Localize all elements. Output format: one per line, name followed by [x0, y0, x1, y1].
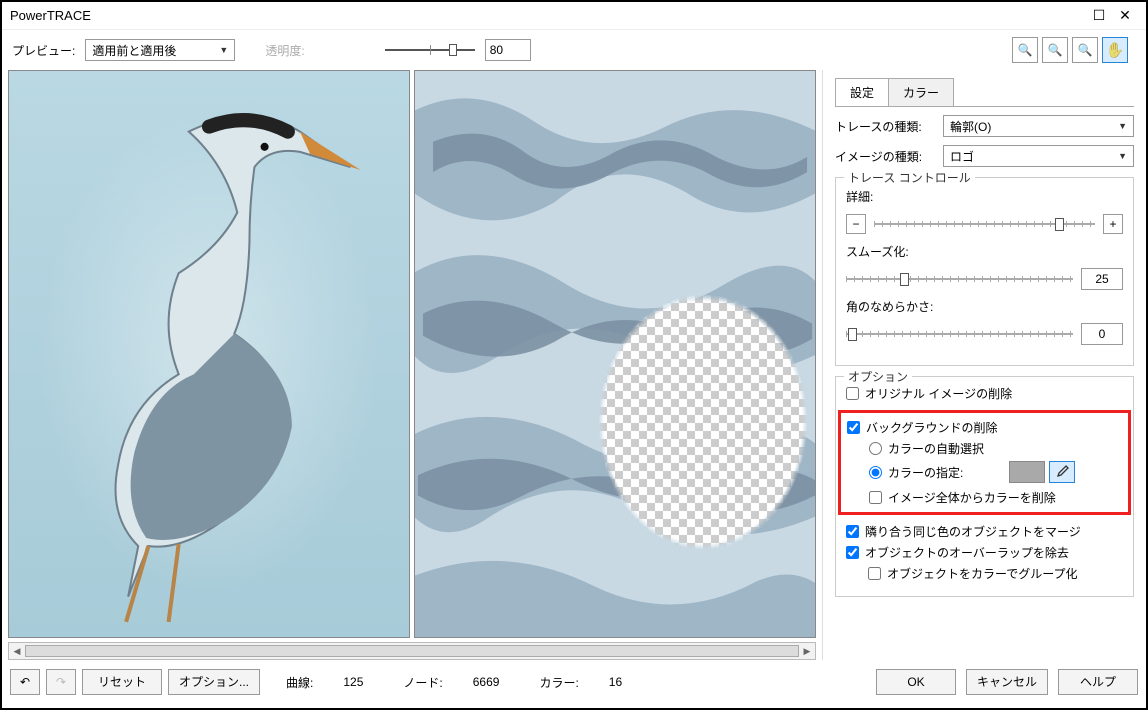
preview-label: プレビュー: [12, 42, 75, 59]
window-title: PowerTRACE [10, 2, 91, 30]
chevron-down-icon: ▼ [1118, 121, 1127, 131]
heron-traced-svg [415, 637, 815, 638]
curves-label: 曲線: [286, 674, 313, 691]
bottom-bar: ↶ ↷ リセット オプション... 曲線: 125 ノード: 6669 カラー: 16… [10, 664, 1138, 700]
opacity-label: 透明度: [265, 42, 304, 59]
opt-merge-adjacent-checkbox[interactable] [846, 525, 859, 538]
preview-pane: ◀ ▶ [2, 70, 822, 660]
opt-remove-from-whole-checkbox[interactable] [869, 491, 882, 504]
eyedropper-button[interactable] [1049, 461, 1075, 483]
redo-icon: ↷ [56, 675, 66, 689]
opt-delete-original-checkbox[interactable] [846, 387, 859, 400]
scroll-thumb[interactable] [25, 645, 799, 657]
nodes-value: 6669 [473, 675, 500, 689]
opt-remove-overlap[interactable]: オブジェクトのオーバーラップを除去 [846, 544, 1069, 561]
options-button[interactable]: オプション... [168, 669, 260, 695]
opt-group-by-color[interactable]: オブジェクトをカラーでグループ化 [846, 565, 1078, 582]
close-button[interactable]: ✕ [1112, 6, 1138, 26]
detail-label: 詳細: [846, 188, 1123, 205]
tab-settings[interactable]: 設定 [835, 78, 889, 106]
smooth-slider[interactable] [846, 268, 1073, 290]
opt-delete-bg[interactable]: バックグラウンドの削除 [847, 419, 998, 436]
tab-color[interactable]: カラー [888, 78, 954, 106]
corner-value[interactable]: 0 [1081, 323, 1123, 345]
detail-slider[interactable] [874, 213, 1095, 235]
nodes-label: ノード: [403, 674, 442, 691]
smooth-value[interactable]: 25 [1081, 268, 1123, 290]
zoom-in-button[interactable]: 🔍 [1012, 37, 1038, 63]
maximize-button[interactable]: ☐ [1086, 6, 1112, 26]
colors-label: カラー: [539, 674, 578, 691]
scroll-left-icon[interactable]: ◀ [9, 643, 25, 659]
opt-color-auto-radio[interactable] [869, 442, 882, 455]
detail-minus-button[interactable]: − [846, 214, 866, 234]
main-area: ◀ ▶ 設定 カラー トレースの種類: 輪郭(O) ▼ イメージの種類: ロゴ … [2, 70, 1146, 660]
options-fieldset: オプション オリジナル イメージの削除 バックグラウンドの削除 カラーの自動選択 [835, 376, 1134, 597]
opt-merge-adjacent[interactable]: 隣り合う同じ色のオブジェクトをマージ [846, 523, 1081, 540]
before-image[interactable] [8, 70, 410, 638]
cancel-button[interactable]: キャンセル [966, 669, 1048, 695]
after-image[interactable] [414, 70, 816, 638]
opacity-slider[interactable] [385, 39, 475, 61]
zoom-fit-icon: 🔍 [1078, 43, 1093, 57]
ok-button[interactable]: OK [876, 669, 956, 695]
detail-plus-button[interactable]: + [1103, 214, 1123, 234]
image-type-value: ロゴ [950, 148, 974, 165]
preview-mode-value: 適用前と適用後 [92, 42, 176, 59]
image-type-label: イメージの種類: [835, 148, 935, 165]
trace-type-label: トレースの種類: [835, 118, 935, 135]
opt-group-by-color-checkbox[interactable] [868, 567, 881, 580]
chevron-down-icon: ▼ [1118, 151, 1127, 161]
opt-remove-from-whole[interactable]: イメージ全体からカラーを削除 [869, 489, 1056, 506]
eyedropper-icon [1055, 465, 1069, 479]
options-legend: オプション [844, 368, 912, 385]
side-panel: 設定 カラー トレースの種類: 輪郭(O) ▼ イメージの種類: ロゴ ▼ トレ… [822, 70, 1146, 660]
opt-color-auto[interactable]: カラーの自動選択 [869, 440, 984, 457]
trace-type-combo[interactable]: 輪郭(O) ▼ [943, 115, 1134, 137]
scroll-right-icon[interactable]: ▶ [799, 643, 815, 659]
horizontal-scrollbar[interactable]: ◀ ▶ [8, 642, 816, 660]
window-buttons: ☐ ✕ [1086, 6, 1138, 26]
status-stats: 曲線: 125 ノード: 6669 カラー: 16 [286, 674, 870, 691]
toolbar: プレビュー: 適用前と適用後 ▼ 透明度: 80 🔍 🔍 🔍 ✋ [2, 30, 1146, 70]
preview-mode-combo[interactable]: 適用前と適用後 ▼ [85, 39, 235, 61]
opt-color-spec-radio[interactable] [869, 466, 882, 479]
redo-button[interactable]: ↷ [46, 669, 76, 695]
corner-slider[interactable] [846, 323, 1073, 345]
zoom-group: 🔍 🔍 🔍 ✋ [1012, 37, 1128, 63]
zoom-out-button[interactable]: 🔍 [1042, 37, 1068, 63]
zoom-fit-button[interactable]: 🔍 [1072, 37, 1098, 63]
undo-button[interactable]: ↶ [10, 669, 40, 695]
colors-value: 16 [609, 675, 622, 689]
trace-control-fieldset: トレース コントロール 詳細: − + スムーズ化: 25 角のなめらかさ: [835, 177, 1134, 366]
undo-icon: ↶ [20, 675, 30, 689]
opt-remove-overlap-checkbox[interactable] [846, 546, 859, 559]
reset-button[interactable]: リセット [82, 669, 162, 695]
pan-button[interactable]: ✋ [1102, 37, 1128, 63]
trace-type-value: 輪郭(O) [950, 118, 991, 135]
curves-value: 125 [343, 675, 363, 689]
title-bar: PowerTRACE ☐ ✕ [2, 2, 1146, 30]
opacity-value[interactable]: 80 [485, 39, 531, 61]
help-button[interactable]: ヘルプ [1058, 669, 1138, 695]
image-type-combo[interactable]: ロゴ ▼ [943, 145, 1134, 167]
tabs: 設定 カラー [835, 78, 1134, 107]
zoom-in-icon: 🔍 [1018, 43, 1033, 57]
trace-control-legend: トレース コントロール [844, 169, 975, 186]
opt-delete-bg-checkbox[interactable] [847, 421, 860, 434]
transparency-checker [415, 71, 815, 637]
heron-original-svg [9, 71, 409, 637]
highlighted-box: バックグラウンドの削除 カラーの自動選択 カラーの指定: [838, 410, 1131, 515]
preview-images [8, 70, 816, 638]
smooth-label: スムーズ化: [846, 243, 1123, 260]
hand-icon: ✋ [1106, 41, 1125, 59]
chevron-down-icon: ▼ [219, 45, 228, 55]
zoom-out-icon: 🔍 [1048, 43, 1063, 57]
opt-color-spec[interactable]: カラーの指定: [869, 461, 1075, 483]
corner-label: 角のなめらかさ: [846, 298, 1123, 315]
bg-color-well[interactable] [1009, 461, 1045, 483]
opt-delete-original[interactable]: オリジナル イメージの削除 [846, 385, 1012, 402]
